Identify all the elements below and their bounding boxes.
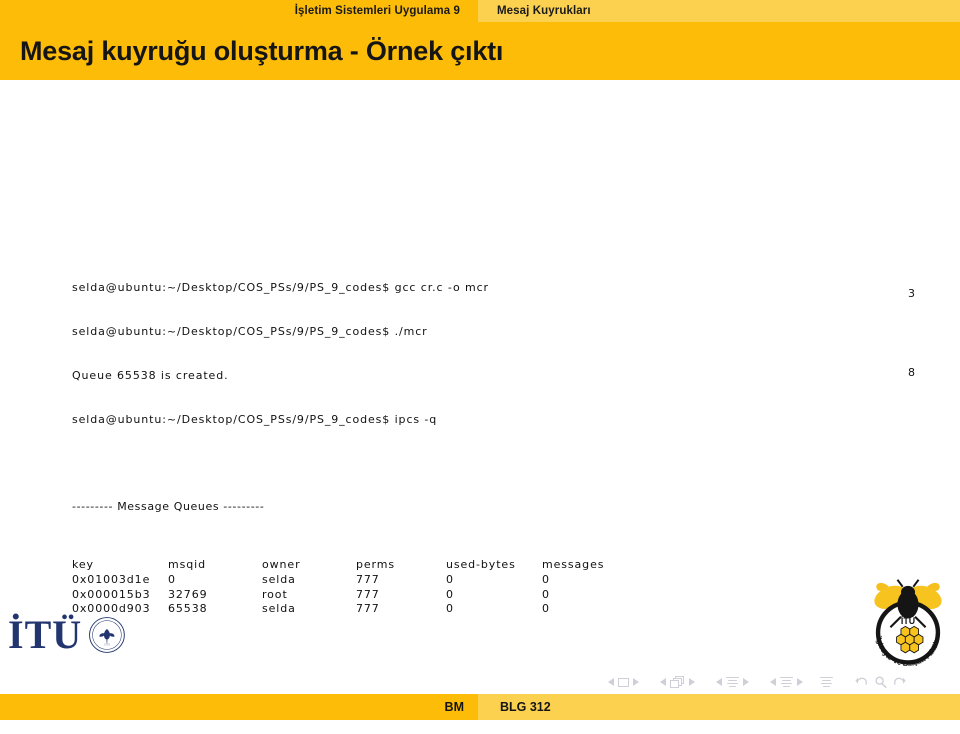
terminal-line-compile: selda@ubuntu:~/Desktop/COS_PSs/9/PS_9_co… [72, 281, 489, 295]
slide-navigation-group[interactable] [604, 677, 643, 687]
margin-number-second: 8 [908, 366, 915, 379]
table-header-row: key msqid owner perms used-bytes message… [72, 558, 622, 573]
column-header-owner: owner [262, 558, 301, 572]
cell-messages: 0 [542, 587, 550, 601]
table-row: 0x01003d1e 0 selda 777 0 0 [72, 573, 622, 588]
cell-perms: 777 [356, 602, 380, 616]
faculty-bee-logo: İTÜ Bilgisayar ve Bilişim Fakültesi [862, 578, 942, 666]
page-title: Mesaj kuyruğu oluşturma - Örnek çıktı [20, 36, 504, 66]
previous-frame-icon[interactable] [660, 678, 666, 686]
header-navigation-bar: İşletim Sistemleri Uygulama 9 Mesaj Kuyr… [0, 0, 960, 22]
cell-used-bytes: 0 [446, 602, 454, 616]
next-slide-icon[interactable] [633, 678, 639, 686]
search-icon[interactable] [873, 675, 888, 689]
back-arrow-icon[interactable] [854, 675, 869, 689]
cell-msqid: 65538 [168, 602, 208, 616]
next-frame-icon[interactable] [689, 678, 695, 686]
terminal-line-ipcs: selda@ubuntu:~/Desktop/COS_PSs/9/PS_9_co… [72, 412, 438, 426]
itu-seal-icon: 1773 [89, 617, 125, 653]
cell-key: 0x01003d1e [72, 573, 151, 587]
next-subsection-icon[interactable] [743, 678, 749, 686]
cell-owner: selda [262, 602, 296, 616]
cell-messages: 0 [542, 573, 550, 587]
slide-square-icon[interactable] [618, 677, 629, 687]
column-header-key: key [72, 558, 94, 572]
previous-section-icon[interactable] [770, 678, 776, 686]
footer-bar: BM BLG 312 [0, 694, 960, 720]
cell-messages: 0 [542, 602, 550, 616]
nav-item-course-label: İşletim Sistemleri Uygulama 9 [294, 5, 460, 17]
footer-institution[interactable]: BM [0, 694, 478, 720]
cell-msqid: 32769 [168, 587, 208, 601]
history-navigation-group[interactable] [852, 675, 909, 689]
svg-text:1773: 1773 [104, 644, 110, 647]
faculty-logo-center-text: İTÜ [901, 616, 915, 626]
table-row: 0x000015b3 32769 root 777 0 0 [72, 588, 622, 603]
cell-perms: 777 [356, 573, 380, 587]
terminal-line-queue-created: Queue 65538 is created. [72, 368, 229, 382]
column-header-perms: perms [356, 558, 396, 572]
cell-key: 0x000015b3 [72, 587, 151, 601]
forward-arrow-icon[interactable] [892, 675, 907, 689]
cell-msqid: 0 [168, 573, 176, 587]
itu-logo: İTÜ 1773 [8, 604, 126, 666]
section-navigation-group[interactable] [766, 676, 807, 688]
subsection-lines-icon[interactable] [726, 676, 739, 688]
footer-institution-label: BM [444, 700, 464, 714]
itu-logo-wordmark: İTÜ [8, 612, 83, 657]
ipcs-table: key msqid owner perms used-bytes message… [72, 558, 622, 616]
column-header-msqid: msqid [168, 558, 206, 572]
terminal-output-block: selda@ubuntu:~/Desktop/COS_PSs/9/PS_9_co… [72, 252, 622, 734]
presentation-lines-icon[interactable] [820, 676, 833, 688]
frames-stack-icon[interactable] [670, 676, 685, 688]
cell-used-bytes: 0 [446, 587, 454, 601]
margin-number-first: 3 [908, 287, 915, 300]
column-header-messages: messages [542, 558, 605, 572]
previous-slide-icon[interactable] [608, 678, 614, 686]
frame-navigation-group[interactable] [656, 676, 699, 688]
cell-owner: root [262, 587, 288, 601]
table-row: 0x0000d903 65538 selda 777 0 0 [72, 602, 622, 617]
presentation-lines-group[interactable] [820, 676, 833, 688]
next-section-icon[interactable] [797, 678, 803, 686]
column-header-used-bytes: used-bytes [446, 558, 516, 572]
nav-item-section[interactable]: Mesaj Kuyrukları [478, 0, 960, 22]
section-lines-icon[interactable] [780, 676, 793, 688]
nav-item-section-label: Mesaj Kuyrukları [497, 5, 591, 17]
cell-owner: selda [262, 573, 296, 587]
terminal-line-run: selda@ubuntu:~/Desktop/COS_PSs/9/PS_9_co… [72, 324, 428, 338]
subsection-navigation-group[interactable] [712, 676, 753, 688]
footer-course-label: BLG 312 [500, 700, 551, 714]
cell-perms: 777 [356, 587, 380, 601]
message-queues-separator: --------- Message Queues --------- [72, 500, 265, 514]
previous-subsection-icon[interactable] [716, 678, 722, 686]
cell-used-bytes: 0 [446, 573, 454, 587]
footer-course[interactable]: BLG 312 [478, 694, 960, 720]
nav-item-course[interactable]: İşletim Sistemleri Uygulama 9 [0, 0, 478, 22]
terminal-blank-line-2 [72, 661, 622, 676]
beamer-navigation-bar[interactable] [604, 670, 952, 694]
